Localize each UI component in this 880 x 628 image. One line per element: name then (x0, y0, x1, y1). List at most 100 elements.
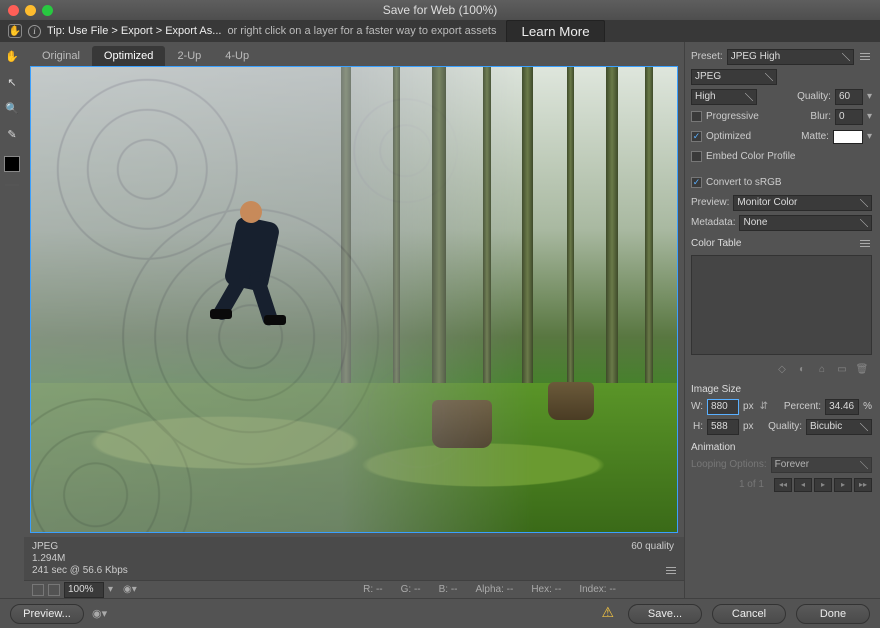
status-format: JPEG (32, 541, 676, 552)
blur-label: Blur: (810, 111, 831, 122)
eyedropper-tool-icon[interactable]: ✎ (2, 124, 22, 144)
convert-srgb-checkbox[interactable] (691, 177, 702, 188)
quality-preset-select[interactable]: High (691, 89, 757, 105)
metadata-select[interactable]: None (739, 215, 872, 231)
resample-select[interactable]: Bicubic (806, 419, 872, 435)
matte-swatch[interactable] (833, 130, 863, 144)
preview-select[interactable]: Monitor Color (733, 195, 872, 211)
animation-title: Animation (691, 442, 872, 453)
status-download-time: 241 sec @ 56.6 Kbps (32, 565, 676, 576)
percent-input[interactable] (825, 399, 859, 415)
zoom-dropdown-icon[interactable]: ▾ (108, 584, 113, 595)
height-label: H: (693, 421, 703, 432)
status-filesize: 1.294M (32, 553, 676, 564)
slice-select-tool-icon[interactable]: ↖ (2, 72, 22, 92)
eyedropper-color-swatch[interactable] (4, 156, 20, 172)
hand-tool-icon[interactable]: ✋ (2, 46, 22, 66)
optimized-checkbox[interactable] (691, 131, 702, 142)
blur-input[interactable] (835, 109, 863, 125)
color-r: R: -- (363, 584, 382, 595)
percent-unit: % (863, 401, 872, 412)
progressive-label: Progressive (706, 111, 759, 122)
embed-profile-checkbox[interactable] (691, 151, 702, 162)
preview-browser-icon[interactable]: ◉▾ (123, 584, 137, 595)
progressive-checkbox[interactable] (691, 111, 702, 122)
hand-tool-icon[interactable]: ✋ (8, 24, 22, 38)
tab-optimized[interactable]: Optimized (92, 46, 166, 66)
quality-slider-icon[interactable]: ▾ (867, 91, 872, 102)
color-alpha: Alpha: -- (476, 584, 514, 595)
color-hex: Hex: -- (531, 584, 561, 595)
preview-label: Preview: (691, 197, 729, 208)
dialog-footer: Preview... ◉▾ ⚠ Save... Cancel Done (0, 598, 880, 628)
status-quality: 60 quality (631, 541, 674, 552)
matte-dropdown-icon[interactable]: ▾ (867, 131, 872, 142)
settings-panel: Preset: JPEG High JPEG High Quality: ▾ P… (684, 42, 880, 598)
loop-select: Forever (771, 457, 872, 473)
save-button[interactable]: Save... (628, 604, 702, 624)
preview-tabs: Original Optimized 2-Up 4-Up (24, 42, 684, 66)
constrain-link-icon[interactable]: ⇵ (760, 401, 768, 412)
optimized-label: Optimized (706, 131, 751, 142)
status-menu-icon[interactable] (664, 565, 678, 576)
info-bar: ▾ ◉▾ R: -- G: -- B: -- Alpha: -- Hex: --… (24, 580, 684, 598)
prev-frame-button: ◂ (794, 478, 812, 492)
tip-text-prefix: Tip: Use File > Export > Export As... (47, 25, 221, 37)
ct-new-icon[interactable]: ▭ (836, 363, 848, 375)
frame-counter: 1 of 1 (739, 479, 764, 490)
width-input[interactable] (707, 399, 739, 415)
image-preview[interactable] (30, 66, 678, 533)
color-table-menu-icon[interactable] (858, 238, 872, 249)
zoom-fit-icon[interactable] (48, 584, 60, 596)
ct-lock-icon[interactable]: ⌂ (816, 363, 828, 375)
done-button[interactable]: Done (796, 604, 870, 624)
play-button: ▸ (814, 478, 832, 492)
learn-more-button[interactable]: Learn More (506, 20, 604, 43)
convert-srgb-label: Convert to sRGB (706, 177, 782, 188)
tip-text-suffix: or right click on a layer for a faster w… (227, 25, 496, 37)
ct-delete-icon[interactable]: 🗑 (856, 363, 868, 375)
tab-4up[interactable]: 4-Up (213, 46, 261, 66)
width-unit: px (743, 401, 754, 412)
tab-2up[interactable]: 2-Up (165, 46, 213, 66)
color-b: B: -- (439, 584, 458, 595)
last-frame-button: ▸▸ (854, 478, 872, 492)
zoom-input[interactable] (64, 582, 104, 598)
zoom-tool-icon[interactable]: 🔍 (2, 98, 22, 118)
next-frame-button: ▸ (834, 478, 852, 492)
browser-preview-icon[interactable]: ◉▾ (92, 607, 107, 620)
color-index: Index: -- (579, 584, 616, 595)
format-select[interactable]: JPEG (691, 69, 777, 85)
quality-label: Quality: (797, 91, 831, 102)
warning-icon[interactable]: ⚠ (601, 604, 614, 624)
matte-label: Matte: (801, 131, 829, 142)
color-table-area (691, 255, 872, 355)
loop-label: Looping Options: (691, 459, 767, 470)
preview-button[interactable]: Preview... (10, 604, 84, 624)
metadata-label: Metadata: (691, 217, 735, 228)
color-table-label: Color Table (691, 238, 741, 249)
toolbar: ✋ ↖ 🔍 ✎ (0, 42, 24, 598)
preset-menu-icon[interactable] (858, 51, 872, 62)
window-title: Save for Web (100%) (0, 3, 880, 17)
titlebar: Save for Web (100%) (0, 0, 880, 20)
percent-label: Percent: (784, 401, 821, 412)
tip-bar: ✋ i Tip: Use File > Export > Export As..… (0, 20, 880, 42)
height-unit: px (743, 421, 754, 432)
ct-snap-icon[interactable]: ◇ (776, 363, 788, 375)
image-size-title: Image Size (691, 384, 872, 395)
quality-input[interactable] (835, 89, 863, 105)
width-label: W: (691, 401, 703, 412)
height-input[interactable] (707, 419, 739, 435)
first-frame-button: ◂◂ (774, 478, 792, 492)
zoom-original-icon[interactable] (32, 584, 44, 596)
info-icon: i (28, 25, 41, 38)
preset-select[interactable]: JPEG High (727, 49, 854, 65)
blur-slider-icon[interactable]: ▾ (867, 111, 872, 122)
embed-profile-label: Embed Color Profile (706, 151, 795, 162)
tab-original[interactable]: Original (30, 46, 92, 66)
cancel-button[interactable]: Cancel (712, 604, 786, 624)
slice-visibility-icon[interactable] (5, 184, 19, 186)
ct-shift-icon[interactable]: ◐ (796, 363, 808, 375)
resample-quality-label: Quality: (768, 421, 802, 432)
